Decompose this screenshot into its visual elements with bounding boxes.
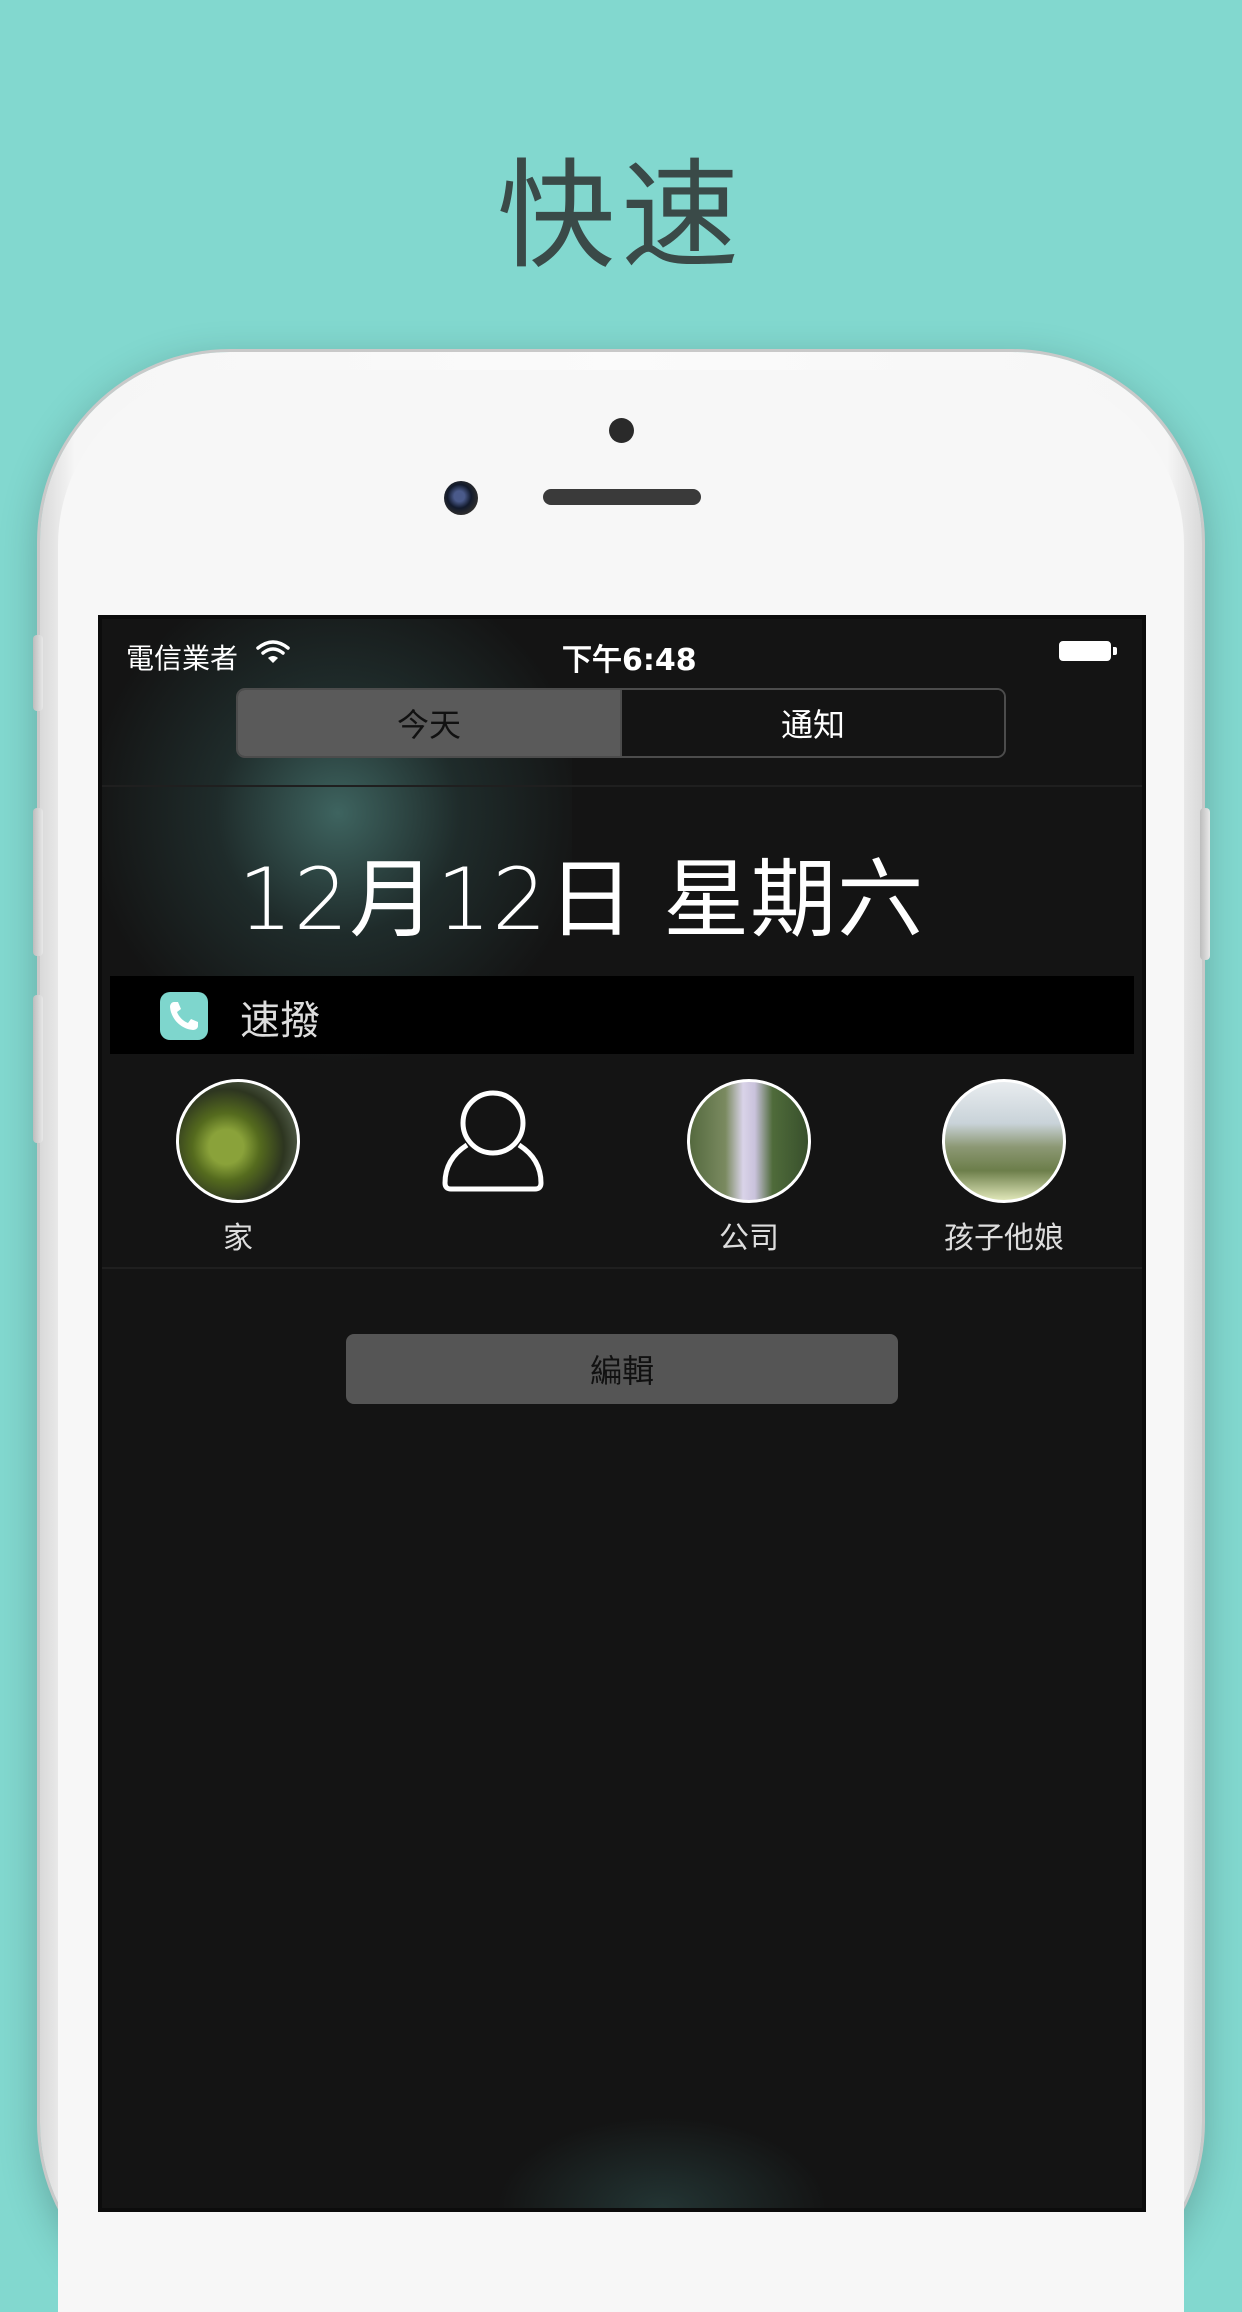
- phone-icon: [160, 992, 208, 1040]
- edit-button[interactable]: 編輯: [346, 1334, 898, 1404]
- status-bar: 電信業者 下午6:48: [102, 619, 1142, 679]
- today-notifications-switch[interactable]: 今天 通知: [236, 688, 1006, 758]
- date-heading: 12月12日 星期六: [238, 850, 925, 950]
- proximity-sensor: [609, 418, 634, 443]
- contact-empty[interactable]: [393, 1079, 593, 1253]
- widget-divider: [102, 1267, 1142, 1269]
- contact-avatar: [687, 1079, 811, 1203]
- contact-office[interactable]: 公司: [649, 1079, 849, 1256]
- front-camera: [444, 481, 478, 515]
- tab-today[interactable]: 今天: [238, 690, 620, 756]
- status-time: 下午6:48: [562, 643, 697, 678]
- screen-bottom-glow: [482, 2109, 842, 2208]
- widget-title: 速撥: [240, 998, 320, 1044]
- contact-avatar: [176, 1079, 300, 1203]
- contact-wife[interactable]: 孩子他娘: [904, 1079, 1104, 1256]
- header-divider: [102, 785, 1142, 787]
- page-headline: 快速: [496, 147, 745, 285]
- carrier-label: 電信業者: [126, 642, 239, 675]
- contact-name: 公司: [719, 1221, 779, 1256]
- power-button: [1200, 808, 1210, 960]
- speed-dial-contacts: 家 公司 孩子他娘: [102, 1079, 1142, 1289]
- contact-avatar: [942, 1079, 1066, 1203]
- battery-tip: [1113, 647, 1117, 655]
- battery-icon: [1059, 641, 1111, 661]
- contact-name: [393, 1213, 593, 1253]
- volume-down-button: [33, 995, 43, 1143]
- contact-home[interactable]: 家: [138, 1079, 338, 1256]
- tab-notifications[interactable]: 通知: [620, 690, 1004, 756]
- earpiece-speaker: [543, 489, 701, 505]
- wifi-icon: [256, 639, 290, 672]
- notification-center-screen: 電信業者 下午6:48 今天 通知 12月12日 星期六 速撥 家 公司 孩子他…: [102, 619, 1142, 2208]
- mute-switch: [33, 635, 43, 711]
- volume-up-button: [33, 808, 43, 956]
- contact-name: 家: [223, 1221, 253, 1256]
- speed-dial-widget-header[interactable]: 速撥: [110, 976, 1134, 1054]
- contact-name: 孩子他娘: [944, 1221, 1064, 1256]
- person-placeholder-icon: [431, 1079, 555, 1203]
